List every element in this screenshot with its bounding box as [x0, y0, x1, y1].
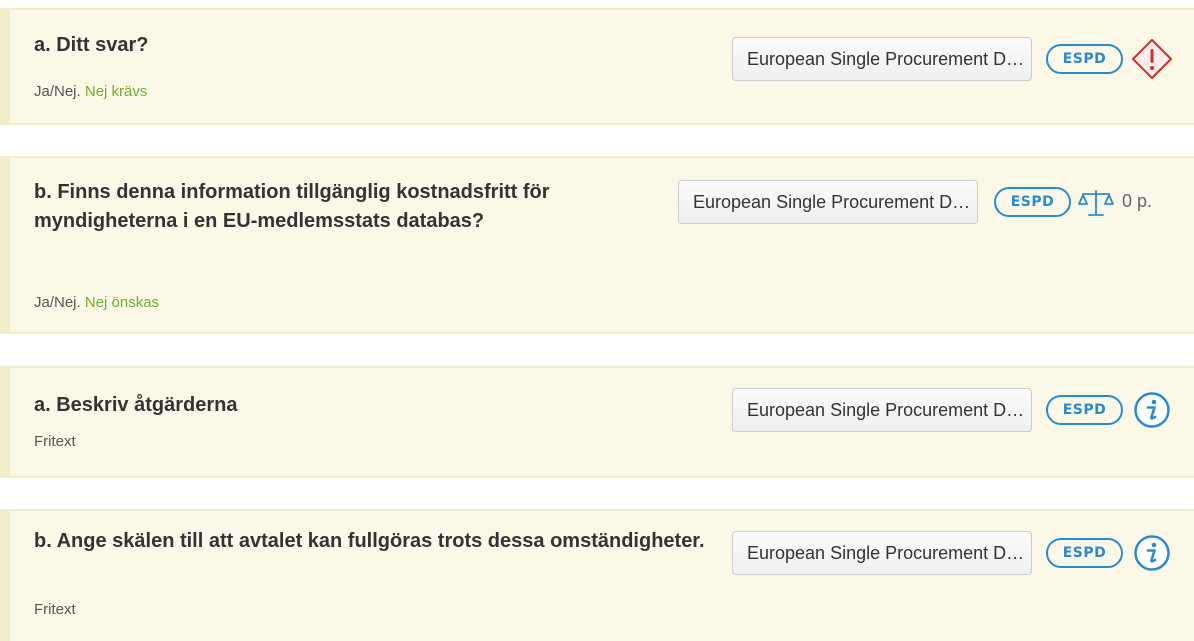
- question-card: b. Finns denna information tillgänglig k…: [0, 156, 1194, 334]
- espd-document-button[interactable]: European Single Procurement Document: [678, 180, 978, 224]
- question-subtitle: Fritext: [34, 601, 76, 618]
- requirement-hint: Nej önskas: [84, 294, 160, 311]
- info-icon[interactable]: [1133, 534, 1171, 572]
- espd-document-button[interactable]: European Single Procurement Document: [732, 388, 1032, 432]
- requirement-hint: Nej krävs: [84, 83, 148, 100]
- question-title: a. Beskriv åtgärderna: [34, 394, 238, 416]
- question-title: b. Finns denna information tillgänglig k…: [34, 181, 550, 232]
- scales-icon: [1078, 190, 1114, 216]
- question-card: a. Ditt svar? Ja/Nej. Nej krävs European…: [0, 8, 1194, 125]
- question-title: b. Ange skälen till att avtalet kan full…: [34, 530, 705, 552]
- espd-document-button[interactable]: European Single Procurement Document: [732, 37, 1032, 81]
- info-icon[interactable]: [1133, 391, 1171, 429]
- question-subtitle: Fritext: [34, 433, 76, 450]
- answer-type: Fritext: [34, 433, 76, 450]
- answer-type: Ja/Nej.: [34, 83, 81, 100]
- espd-badge: ESPD: [1046, 538, 1123, 568]
- question-title: a. Ditt svar?: [34, 34, 149, 56]
- answer-type: Fritext: [34, 601, 76, 618]
- points-value: 0 p.: [1122, 191, 1153, 211]
- question-subtitle: Ja/Nej. Nej krävs: [34, 83, 147, 100]
- espd-badge: ESPD: [1046, 44, 1123, 74]
- espd-badge: ESPD: [994, 187, 1071, 217]
- question-card: b. Ange skälen till att avtalet kan full…: [0, 509, 1194, 641]
- espd-badge: ESPD: [1046, 395, 1123, 425]
- question-subtitle: Ja/Nej. Nej önskas: [34, 294, 159, 311]
- warning-diamond-icon[interactable]: [1130, 37, 1174, 81]
- question-card: a. Beskriv åtgärderna Fritext European S…: [0, 366, 1194, 478]
- answer-type: Ja/Nej.: [34, 294, 81, 311]
- espd-document-button[interactable]: European Single Procurement Document: [732, 531, 1032, 575]
